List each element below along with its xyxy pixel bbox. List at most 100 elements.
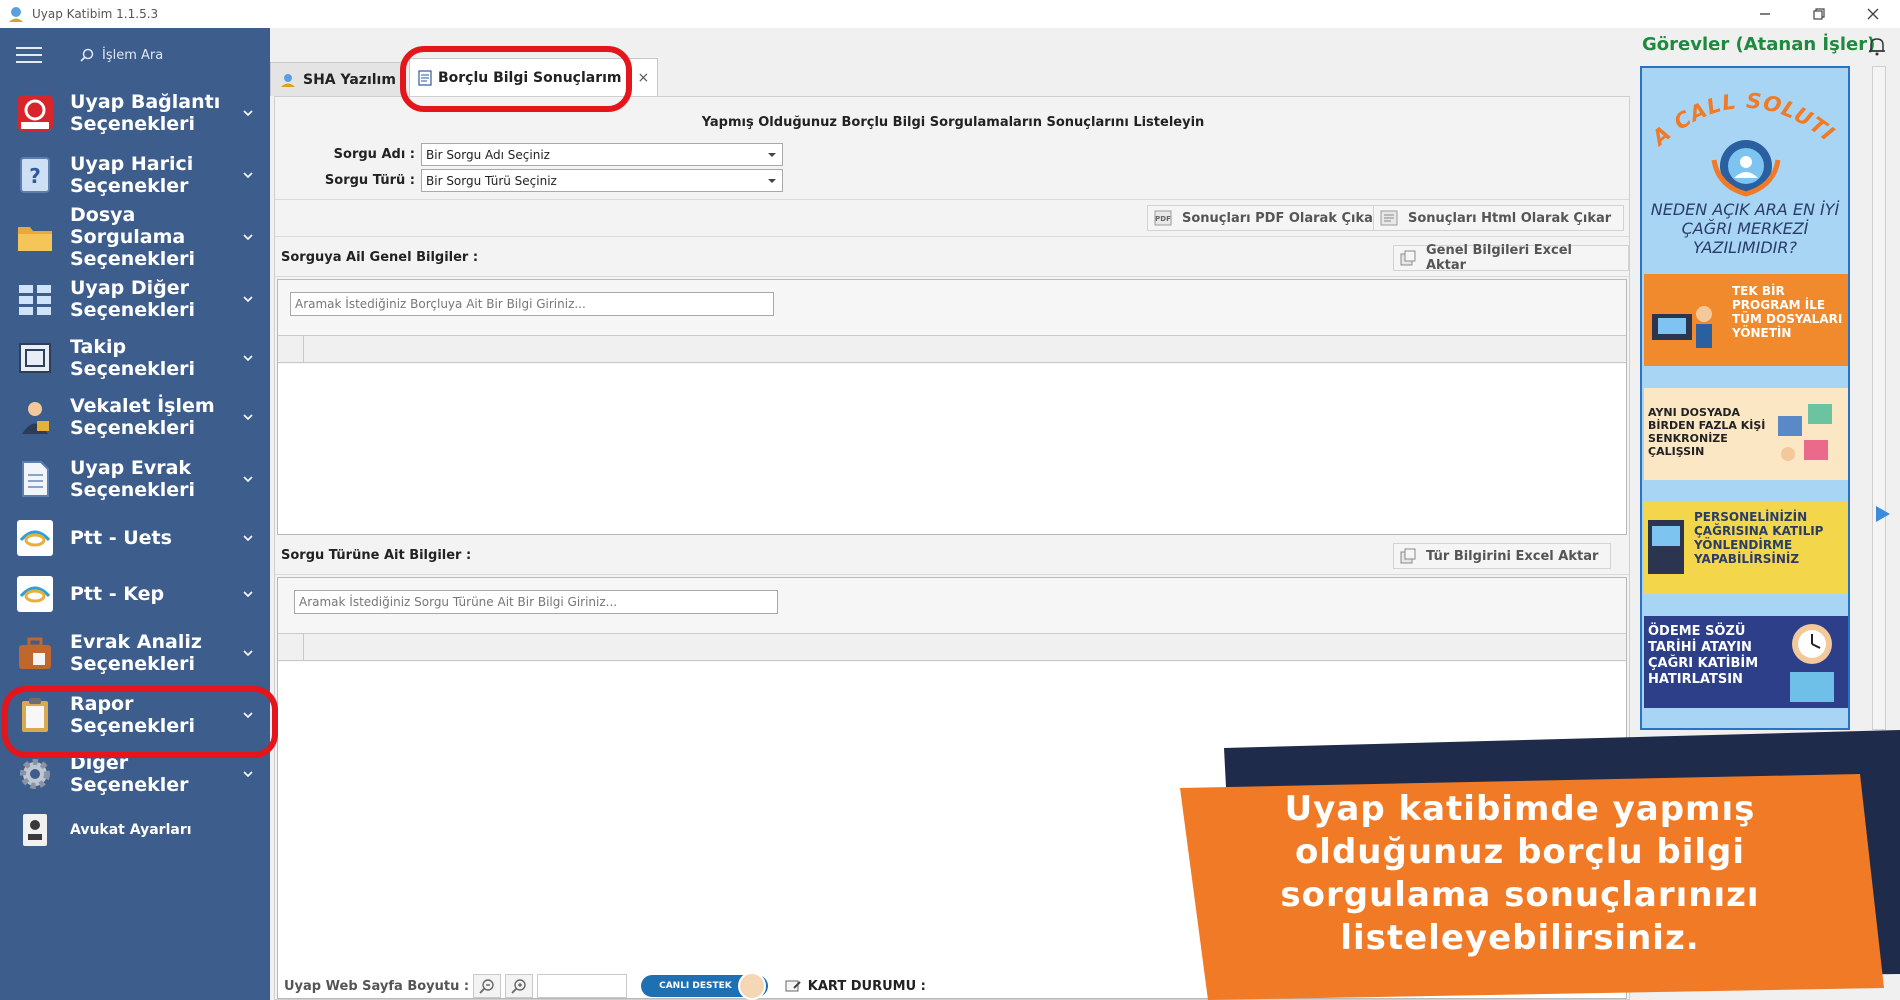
chevron-down-icon bbox=[243, 110, 253, 117]
sidebar-item-vekalet[interactable]: Vekalet İşlem Seçenekleri bbox=[0, 386, 270, 448]
sidebar-search[interactable]: İşlem Ara bbox=[80, 48, 163, 63]
pdf-export-icon: PDF bbox=[1154, 210, 1172, 226]
sidebar-item-uyap-harici[interactable]: ? Uyap Harici Seçenekler bbox=[0, 144, 270, 206]
zoom-value-field[interactable] bbox=[537, 974, 628, 998]
sidebar-item-label: Vekalet İşlem Seçenekleri bbox=[70, 395, 215, 439]
general-info-header: Sorguya Ail Genel Bilgiler : Genel Bilgi… bbox=[275, 239, 1629, 277]
html-export-icon bbox=[1380, 210, 1398, 226]
close-icon bbox=[1867, 8, 1879, 20]
tasks-title[interactable]: Görevler (Atanan İşler) bbox=[1642, 34, 1875, 55]
sidebar-item-ptt-kep[interactable]: Ptt - Kep bbox=[0, 566, 270, 622]
query-name-select[interactable]: Bir Sorgu Adı Seçiniz bbox=[421, 143, 783, 166]
dropdown-caret-icon bbox=[768, 153, 776, 157]
headset-illustration bbox=[1648, 520, 1684, 574]
search-icon bbox=[80, 48, 94, 62]
advertisement-panel[interactable]: TAA CALL SOLUTION NEDEN AÇIK ARA EN İYİ … bbox=[1640, 66, 1850, 730]
chevron-down-icon bbox=[243, 591, 253, 598]
ad-card-1-text: TEK BİR PROGRAM İLE TÜM DOSYALARI YÖNETİ… bbox=[1732, 284, 1843, 340]
type-search-input[interactable]: Aramak İstediğiniz Sorgu Türüne Ait Bir … bbox=[294, 590, 778, 614]
live-support-button[interactable]: CANLI DESTEK bbox=[641, 972, 768, 1000]
export-pdf-label: Sonuçları PDF Olarak Çıkar bbox=[1182, 210, 1380, 226]
side-scrollbar[interactable] bbox=[1872, 66, 1886, 730]
app-logo-icon bbox=[9, 7, 23, 22]
sidebar-item-ptt-uets[interactable]: Ptt - Uets bbox=[0, 510, 270, 566]
team-illustration bbox=[1778, 404, 1832, 461]
restore-button[interactable] bbox=[1792, 0, 1846, 28]
query-type-row: Sorgu Türü : Bir Sorgu Türü Seçiniz bbox=[315, 169, 783, 192]
export-pdf-button[interactable]: PDF Sonuçları PDF Olarak Çıkar bbox=[1147, 205, 1393, 231]
chevron-down-icon bbox=[243, 771, 253, 778]
ptt-icon bbox=[14, 517, 56, 559]
export-html-label: Sonuçları Html Olarak Çıkar bbox=[1408, 210, 1612, 226]
restore-icon bbox=[1813, 8, 1825, 20]
live-support-label: CANLI DESTEK bbox=[659, 981, 732, 991]
close-button[interactable] bbox=[1846, 0, 1900, 28]
folder-icon bbox=[14, 216, 56, 258]
zoom-out-button[interactable] bbox=[473, 974, 502, 998]
sidebar-item-uyap-evrak[interactable]: Uyap Evrak Seçenekleri bbox=[0, 448, 270, 510]
ptt-icon bbox=[14, 573, 56, 615]
uyap-logo-icon bbox=[14, 92, 56, 134]
ad-card-2: AYNI DOSYADA BİRDEN FAZLA KİŞİ SENKRONİZ… bbox=[1644, 388, 1848, 480]
type-excel-export-label: Tür Bilgirini Excel Aktar bbox=[1426, 548, 1599, 564]
type-excel-export-button[interactable]: Tür Bilgirini Excel Aktar bbox=[1393, 543, 1612, 569]
chevron-down-icon bbox=[243, 650, 253, 657]
sidebar-item-evrak-analiz[interactable]: Evrak Analiz Seçenekleri bbox=[0, 622, 270, 684]
sidebar-item-uyap-diger[interactable]: Uyap Diğer Seçenekleri bbox=[0, 268, 270, 330]
query-type-value: Bir Sorgu Türü Seçiniz bbox=[426, 173, 557, 188]
sidebar-item-label: Ptt - Kep bbox=[70, 583, 165, 605]
sidebar-item-dosya-sorgulama[interactable]: Dosya Sorgulama Seçenekleri bbox=[0, 204, 270, 270]
sidebar: İşlem Ara Uyap Bağlantı Seçenekleri ? Uy… bbox=[0, 28, 270, 1000]
chevron-down-icon bbox=[243, 355, 253, 362]
chevron-down-icon bbox=[243, 234, 253, 241]
sidebar-item-label: Dosya Sorgulama Seçenekleri bbox=[70, 204, 196, 270]
general-grid-body[interactable] bbox=[278, 364, 1626, 534]
sidebar-item-avukat-ayarlari[interactable]: Avukat Ayarları bbox=[0, 802, 270, 858]
help-book-icon: ? bbox=[14, 154, 56, 196]
sidebar-item-uyap-baglanti[interactable]: Uyap Bağlantı Seçenekleri bbox=[0, 82, 270, 144]
bell-icon[interactable] bbox=[1868, 36, 1886, 56]
tab-label: SHA Yazılım bbox=[303, 71, 396, 88]
ad-card-4: ÖDEME SÖZÜ TARİHİ ATAYIN ÇAĞRI KATİBİM H… bbox=[1644, 616, 1848, 708]
frame-icon bbox=[14, 337, 56, 379]
sidebar-item-takip[interactable]: Takip Seçenekleri bbox=[0, 330, 270, 386]
ad-card-3-text: PERSONELİNİZİN ÇAĞRISINA KATILIP YÖNLEND… bbox=[1694, 510, 1824, 566]
sidebar-item-label: Takip Seçenekleri bbox=[70, 336, 196, 380]
tab-sha-yazilim[interactable]: SHA Yazılım bbox=[270, 62, 405, 96]
general-excel-export-button[interactable]: Genel Bilgileri Excel Aktar bbox=[1393, 243, 1629, 273]
sidebar-item-label: Uyap Harici Seçenekler bbox=[70, 153, 194, 197]
type-info-title: Sorgu Türüne Ait Bilgiler : bbox=[281, 548, 472, 563]
id-card-icon bbox=[14, 809, 56, 851]
query-name-value: Bir Sorgu Adı Seçiniz bbox=[426, 147, 550, 162]
sidebar-item-label: Diğer Seçenekler bbox=[70, 752, 189, 796]
hamburger-menu-icon[interactable] bbox=[16, 47, 42, 63]
window-title: Uyap Katibim 1.1.5.3 bbox=[32, 7, 159, 21]
general-info-grid: Aramak İstediğiniz Borçluya Ait Bir Bilg… bbox=[277, 279, 1627, 535]
card-status-label: KART DURUMU : bbox=[807, 978, 926, 994]
chevron-down-icon bbox=[243, 172, 253, 179]
sidebar-search-placeholder: İşlem Ara bbox=[102, 47, 164, 63]
alarm-clock-illustration bbox=[1790, 624, 1834, 702]
document-icon bbox=[14, 458, 56, 500]
minimize-button[interactable] bbox=[1738, 0, 1792, 28]
briefcase-icon bbox=[14, 632, 56, 674]
grid-icon bbox=[14, 278, 56, 320]
query-type-label: Sorgu Türü : bbox=[324, 173, 415, 188]
ad-card-2-text: AYNI DOSYADA BİRDEN FAZLA KİŞİ SENKRONİZ… bbox=[1648, 406, 1766, 458]
svg-text:PDF: PDF bbox=[1155, 215, 1171, 223]
page-heading: Yapmış Olduğunuz Borçlu Bilgi Sorgulamal… bbox=[701, 115, 1205, 130]
expand-arrow-icon[interactable] bbox=[1876, 506, 1890, 522]
title-bar: Uyap Katibim 1.1.5.3 bbox=[0, 0, 1900, 28]
desk-illustration bbox=[1652, 306, 1712, 348]
export-html-button[interactable]: Sonuçları Html Olarak Çıkar bbox=[1373, 205, 1625, 231]
excel-export-icon bbox=[1400, 548, 1416, 564]
general-info-title: Sorguya Ail Genel Bilgiler : bbox=[281, 250, 479, 265]
general-search-input[interactable]: Aramak İstediğiniz Borçluya Ait Bir Bilg… bbox=[290, 292, 774, 316]
tab-close-icon[interactable]: × bbox=[638, 70, 650, 86]
chevron-down-icon bbox=[243, 414, 253, 421]
ad-card-3: PERSONELİNİZİN ÇAĞRISINA KATILIP YÖNLEND… bbox=[1644, 502, 1848, 594]
zoom-in-button[interactable] bbox=[505, 974, 534, 998]
general-excel-export-label: Genel Bilgileri Excel Aktar bbox=[1425, 243, 1572, 273]
query-name-row: Sorgu Adı : Bir Sorgu Adı Seçiniz bbox=[315, 143, 783, 166]
query-type-select[interactable]: Bir Sorgu Türü Seçiniz bbox=[421, 169, 783, 192]
